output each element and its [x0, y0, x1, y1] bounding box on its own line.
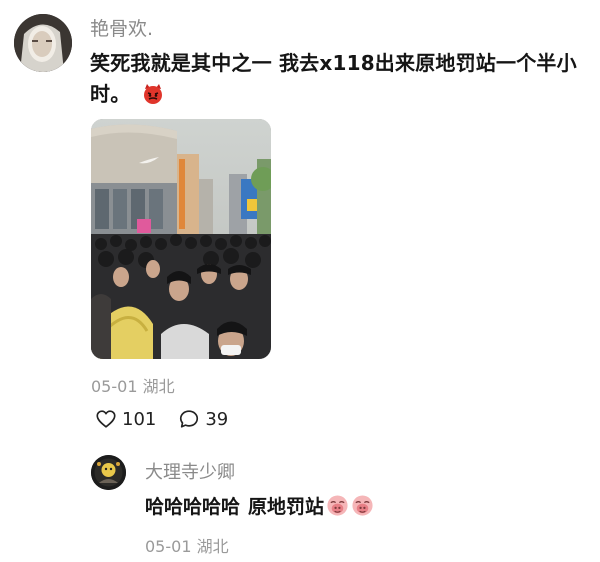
reply-date: 05-01	[145, 537, 192, 556]
reply-username[interactable]: 大理寺少卿	[145, 458, 235, 484]
reply-count: 39	[205, 408, 229, 430]
reply-meta: 05-01 湖北	[145, 533, 229, 557]
like-button[interactable]: 101	[95, 408, 156, 430]
crowd-photo[interactable]	[91, 119, 271, 359]
pig-face-emoji-icon	[352, 495, 373, 516]
like-count: 101	[122, 408, 157, 430]
reply-body-part2: 原地罚站	[248, 496, 325, 518]
reply-location: 湖北	[196, 537, 229, 556]
reply-avatar[interactable]	[91, 455, 126, 490]
pig-face-emoji-icon	[327, 495, 348, 516]
reply-body-part1: 哈哈哈哈哈	[145, 496, 241, 518]
comment-date: 05-01	[91, 377, 138, 396]
comment-meta: 05-01 湖北	[91, 373, 175, 397]
comment-actions: 101 39	[95, 407, 228, 431]
comment-bubble-icon	[180, 410, 199, 428]
reply-text: 哈哈哈哈哈 原地罚站	[145, 492, 374, 519]
reply-button[interactable]: 39	[178, 408, 228, 430]
comment-location: 湖北	[142, 377, 175, 396]
devil-face-emoji-icon	[142, 83, 164, 105]
user-avatar[interactable]	[14, 14, 72, 72]
comment-username[interactable]: 艳骨欢.	[90, 14, 153, 41]
heart-icon	[96, 410, 116, 428]
comment-text: 笑死我就是其中之一 我去x118出来原地罚站一个半小时。	[90, 48, 582, 110]
